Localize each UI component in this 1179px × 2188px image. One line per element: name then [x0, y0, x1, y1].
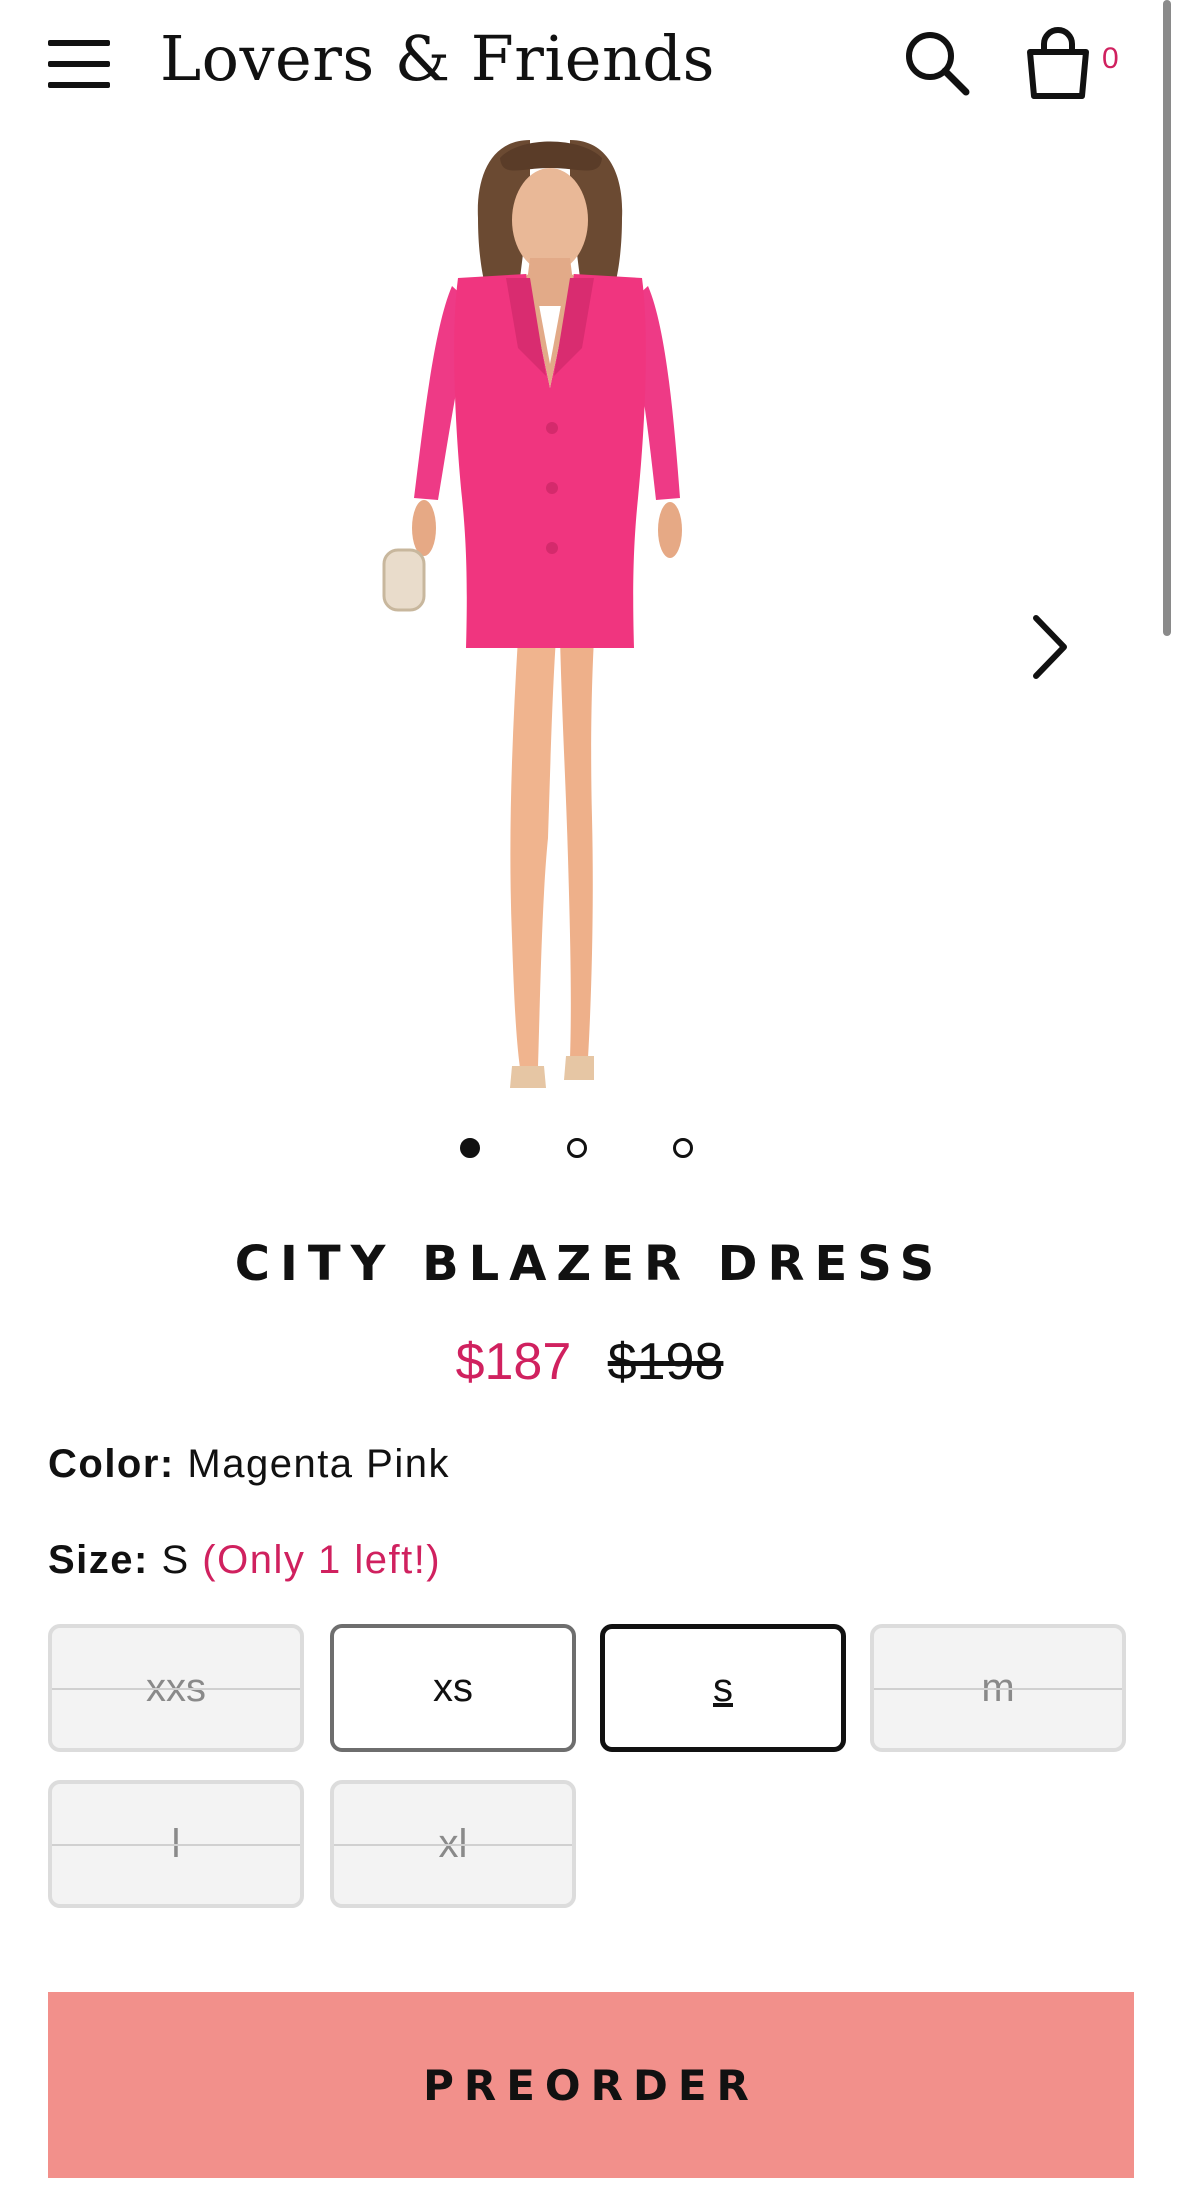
size-label: Size:: [48, 1538, 149, 1582]
carousel-next-icon[interactable]: [1022, 610, 1076, 684]
size-option-label: m: [981, 1665, 1015, 1710]
color-value: Magenta Pink: [187, 1442, 450, 1486]
original-price: $198: [607, 1333, 724, 1391]
size-value: S: [161, 1538, 190, 1582]
stock-note: (Only 1 left!): [202, 1538, 442, 1582]
product-image[interactable]: [380, 138, 720, 1098]
size-option-label: xl: [438, 1821, 468, 1866]
size-option-m[interactable]: m: [870, 1624, 1126, 1752]
sale-price: $187: [455, 1333, 572, 1391]
size-option-label: s: [713, 1665, 733, 1710]
carousel-dot-3[interactable]: [673, 1138, 693, 1158]
size-option-label: xs: [433, 1665, 473, 1710]
shopping-bag-icon[interactable]: [1022, 24, 1094, 102]
color-row: Color: Magenta Pink: [48, 1442, 450, 1487]
product-title: CITY BLAZER DRESS: [234, 1236, 945, 1292]
preorder-button[interactable]: PREORDER: [48, 1992, 1134, 2178]
size-option-xs[interactable]: xs: [330, 1624, 576, 1752]
carousel-dots: [0, 1138, 1179, 1174]
color-label: Color:: [48, 1442, 175, 1486]
site-header: Lovers & Friends 0: [0, 0, 1179, 128]
brand-logo[interactable]: Lovers & Friends: [160, 22, 715, 95]
size-option-xl[interactable]: xl: [330, 1780, 576, 1908]
size-option-label: l: [171, 1821, 181, 1866]
carousel-dot-2[interactable]: [567, 1138, 587, 1158]
size-row: Size: S (Only 1 left!): [48, 1538, 441, 1583]
scrollbar[interactable]: [1163, 0, 1171, 636]
price-row: $187 $198: [0, 1332, 1179, 1392]
size-option-label: xxs: [146, 1665, 206, 1710]
size-option-xxs[interactable]: xxs: [48, 1624, 304, 1752]
carousel-dot-1[interactable]: [460, 1138, 480, 1158]
size-option-l[interactable]: l: [48, 1780, 304, 1908]
preorder-label: PREORDER: [423, 2060, 759, 2110]
search-icon[interactable]: [900, 26, 972, 98]
size-option-s[interactable]: s: [600, 1624, 846, 1752]
cart-count-badge[interactable]: 0: [1102, 42, 1119, 76]
menu-icon[interactable]: [48, 40, 112, 88]
